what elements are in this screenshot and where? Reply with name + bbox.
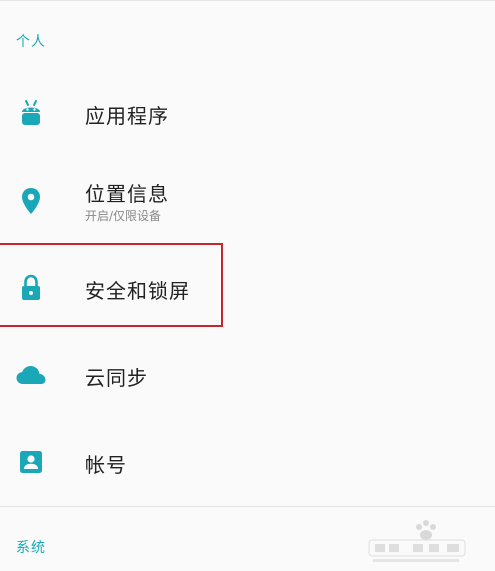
settings-item-label: 应用程序 [85,104,169,128]
settings-item-subtitle: 开启/仅限设备 [85,209,162,223]
android-icon [16,98,46,128]
settings-item-label: 云同步 [85,366,148,390]
settings-item-label: 安全和锁屏 [85,279,190,303]
settings-page: 个人 应用程序 位置信息 开启/仅限设备 安全和锁屏 云同步 帐号 系统 [0,0,495,571]
account-icon [16,447,46,477]
section-header-personal: 个人 [16,34,46,50]
settings-item-location[interactable]: 位置信息 开启/仅限设备 [0,158,495,244]
top-divider [0,0,495,1]
watermark-logo [368,520,466,562]
settings-item-security[interactable]: 安全和锁屏 [0,245,495,331]
cloud-icon [16,360,46,390]
section-header-system: 系统 [16,540,46,556]
settings-item-account[interactable]: 帐号 [0,419,495,505]
settings-item-label: 帐号 [85,453,127,477]
settings-item-label: 位置信息 [85,182,169,206]
settings-item-apps[interactable]: 应用程序 [0,70,495,156]
settings-item-cloud-sync[interactable]: 云同步 [0,332,495,418]
section-divider [0,506,495,507]
lock-icon [16,273,46,303]
location-pin-icon [16,186,46,216]
